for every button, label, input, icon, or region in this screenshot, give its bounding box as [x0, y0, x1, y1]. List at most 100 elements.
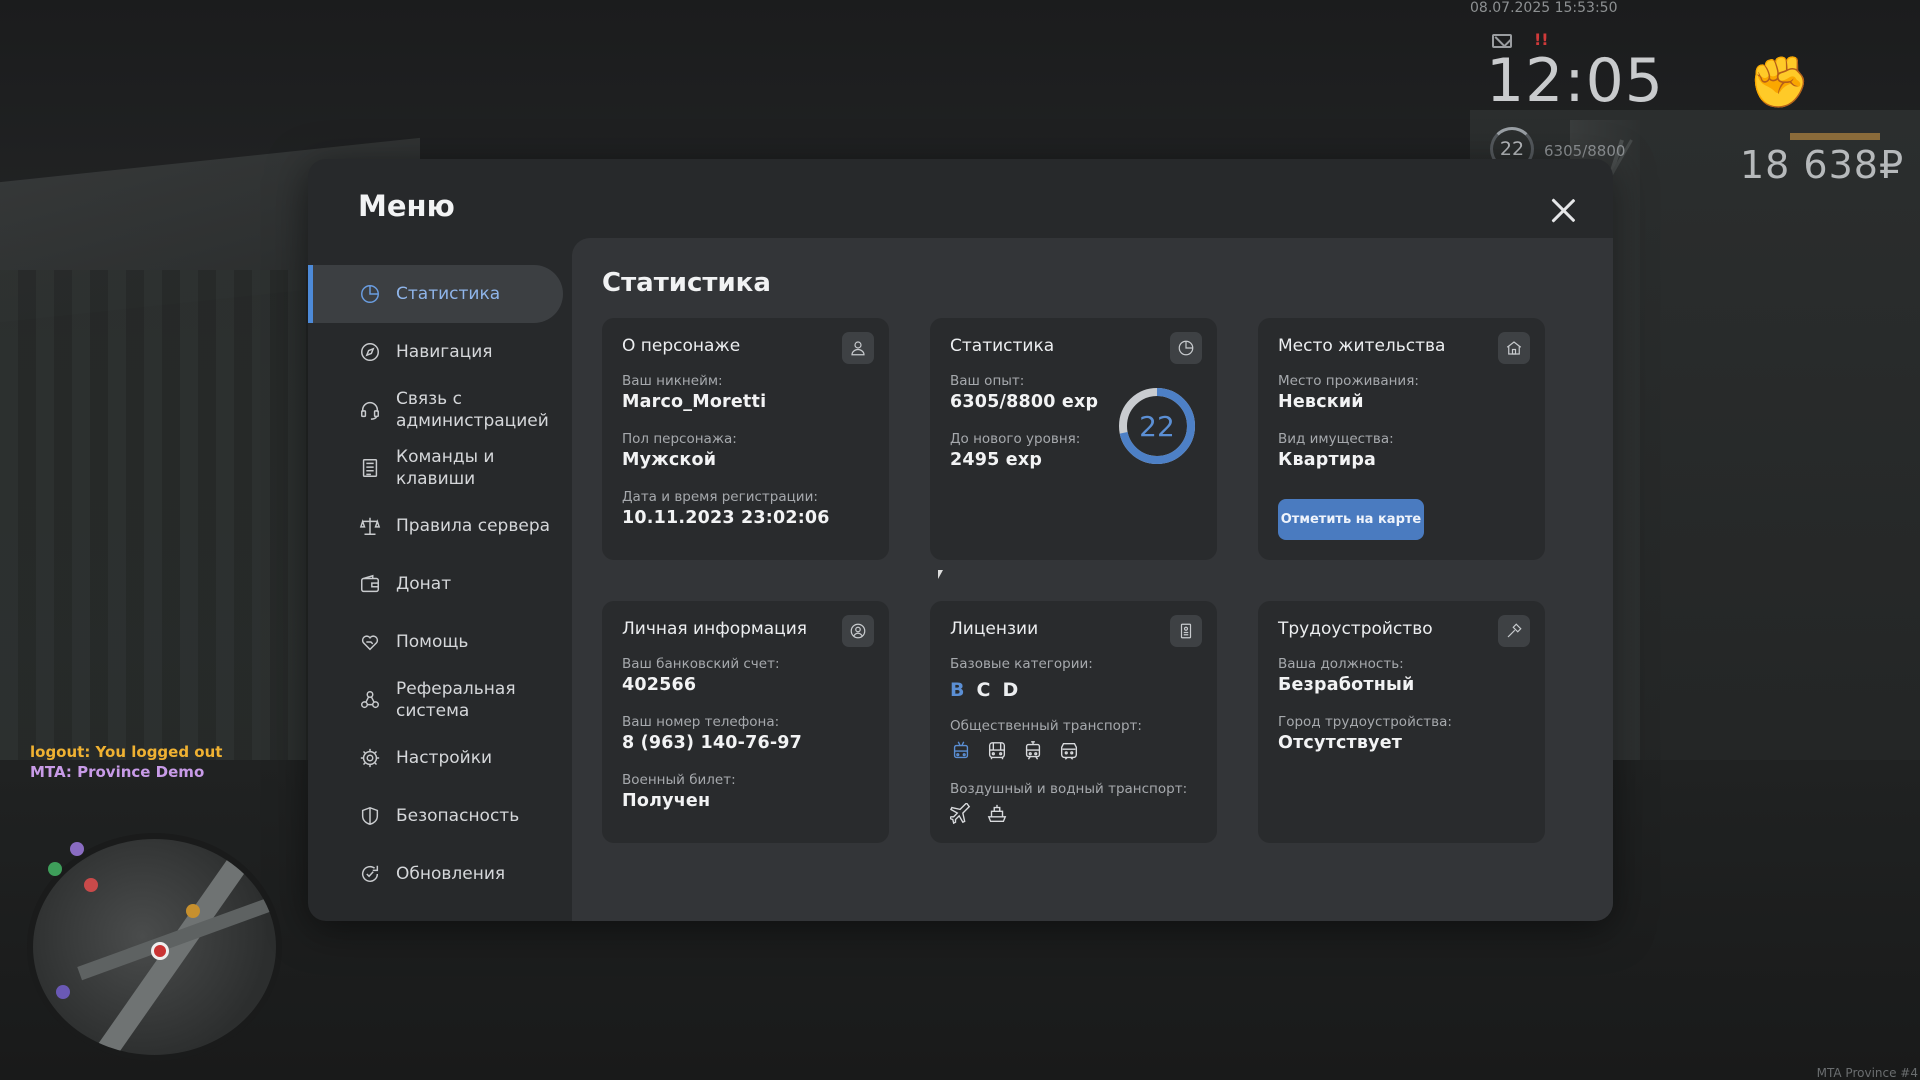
chat-line: logout: You logged out [30, 743, 223, 761]
sidebar-item-label: Статистика [396, 284, 501, 304]
minimap [27, 833, 282, 1061]
compass-icon [358, 340, 382, 364]
personal-info-card: Личная информация Ваш банковский счет: 4… [602, 601, 889, 843]
hud-health-bar [1790, 133, 1880, 140]
plane-icon [949, 801, 972, 829]
card-title: Лицензии [950, 619, 1039, 639]
gear-icon [358, 746, 382, 770]
user-icon [842, 332, 874, 364]
air-water-transport-field: Воздушный и водный транспорт: [950, 781, 1188, 797]
headset-icon [358, 398, 382, 422]
hud-datetime: 08.07.2025 15:53:50 [1470, 0, 1618, 16]
player-marker-icon [151, 942, 169, 960]
heart-hand-icon [358, 630, 382, 654]
sidebar-item-navigation[interactable]: Навигация [308, 323, 563, 381]
card-title: Трудоустройство [1278, 619, 1433, 639]
sidebar-item-updates[interactable]: Обновления [308, 845, 563, 903]
hammer-icon [1498, 615, 1530, 647]
house-icon [1498, 332, 1530, 364]
sidebar-item-label: Правила сервера [396, 516, 551, 536]
sidebar-item-referral[interactable]: Реферальная система [308, 671, 563, 729]
bus-icon [986, 740, 1008, 766]
sidebar-item-security[interactable]: Безопасность [308, 787, 563, 845]
menu-title: Меню [358, 189, 455, 223]
mouse-cursor-icon [938, 570, 943, 579]
map-blip-icon [56, 985, 70, 999]
sidebar-item-rules[interactable]: Правила сервера [308, 497, 563, 555]
bank-account-value: 402566 [622, 675, 697, 695]
user-circle-icon [842, 615, 874, 647]
sidebar-item-label: Навигация [396, 342, 493, 362]
exp-field: Ваш опыт: 6305/8800 exp [950, 373, 1099, 412]
wallet-icon [358, 572, 382, 596]
pie-chart-icon [358, 282, 382, 306]
hud-clock: 12:05 [1486, 46, 1664, 116]
phone-field: Ваш номер телефона: 8 (963) 140-76-97 [622, 714, 803, 753]
military-id-value: Получен [622, 791, 711, 811]
content-panel: Статистика О персонаже Ваш никнейм: Marc… [572, 238, 1613, 921]
map-blip-icon [186, 904, 200, 918]
menu-sidebar: Статистика Навигация Связь с администрац… [308, 265, 563, 903]
next-level-field: До нового уровня: 2495 exp [950, 431, 1081, 470]
card-title: Место жительства [1278, 336, 1446, 356]
hud-money: 18 638₽ [1740, 143, 1905, 187]
sidebar-item-statistics[interactable]: Статистика [308, 265, 563, 323]
nickname-field: Ваш никнейм: Marco_Moretti [622, 373, 767, 412]
position-value: Безработный [1278, 675, 1415, 695]
employment-city-value: Отсутствует [1278, 733, 1403, 753]
residence-place-field: Место проживания: Невский [1278, 373, 1419, 412]
position-field: Ваша должность: Безработный [1278, 656, 1415, 695]
sidebar-item-contact-admin[interactable]: Связь с администрацией [308, 381, 563, 439]
sidebar-item-label: Команды и клавиши [396, 447, 495, 489]
map-blip-icon [48, 862, 62, 876]
license-category-d: D [1002, 679, 1019, 701]
base-categories-field: Базовые категории: [950, 656, 1093, 672]
employment-city-field: Город трудоустройства: Отсутствует [1278, 714, 1452, 753]
license-category-c: C [976, 679, 991, 701]
registration-field: Дата и время регистрации: 10.11.2023 23:… [622, 489, 830, 528]
metro-icon [1058, 740, 1080, 766]
stats-card: Статистика Ваш опыт: 6305/8800 exp До но… [930, 318, 1217, 560]
residence-card: Место жительства Место проживания: Невск… [1258, 318, 1545, 560]
property-type-field: Вид имущества: Квартира [1278, 431, 1394, 470]
menu-window: Меню Статистика Навигация Связь с админи… [308, 159, 1613, 921]
refresh-check-icon [358, 862, 382, 886]
document-list-icon [358, 456, 382, 480]
close-button[interactable] [1546, 193, 1580, 227]
sidebar-item-help[interactable]: Помощь [308, 613, 563, 671]
sidebar-item-label: Обновления [396, 864, 506, 884]
sidebar-item-settings[interactable]: Настройки [308, 729, 563, 787]
map-blip-icon [84, 878, 98, 892]
license-category-b: B [950, 679, 965, 701]
chat-box: logout: You logged out MTA: Province Dem… [30, 742, 222, 782]
sidebar-item-commands[interactable]: Команды и клавиши [308, 439, 563, 497]
card-title: Статистика [950, 336, 1055, 356]
bank-account-field: Ваш банковский счет: 402566 [622, 656, 780, 695]
chat-line: MTA: Province Demo [30, 763, 205, 781]
sidebar-item-label: Безопасность [396, 806, 520, 826]
military-id-field: Военный билет: Получен [622, 772, 736, 811]
residence-place-value: Невский [1278, 392, 1364, 412]
exp-value: 6305/8800 exp [950, 392, 1099, 412]
server-watermark: MTA Province #4 [1816, 1066, 1918, 1080]
property-type-value: Квартира [1278, 450, 1377, 470]
fist-icon: ✊ [1748, 53, 1811, 111]
tram-icon [1022, 740, 1044, 766]
public-transport-field: Общественный транспорт: [950, 718, 1142, 734]
ship-icon [986, 803, 1008, 829]
next-level-value: 2495 exp [950, 450, 1043, 470]
air-water-transport-icons [949, 801, 1008, 829]
sidebar-item-donate[interactable]: Донат [308, 555, 563, 613]
nickname-value: Marco_Moretti [622, 392, 767, 412]
gender-value: Мужской [622, 450, 717, 470]
scales-icon [358, 514, 382, 538]
trolleybus-icon [950, 740, 972, 766]
card-title: О персонаже [622, 336, 741, 356]
card-title: Личная информация [622, 619, 808, 639]
sidebar-item-label: Реферальная система [396, 679, 516, 721]
sidebar-item-label: Связь с администрацией [396, 389, 549, 431]
hud-exp: 6305/8800 [1544, 142, 1626, 160]
license-categories: B C D [950, 679, 1018, 701]
phone-value: 8 (963) 140-76-97 [622, 733, 803, 753]
mark-on-map-button[interactable]: Отметить на карте [1278, 499, 1424, 540]
